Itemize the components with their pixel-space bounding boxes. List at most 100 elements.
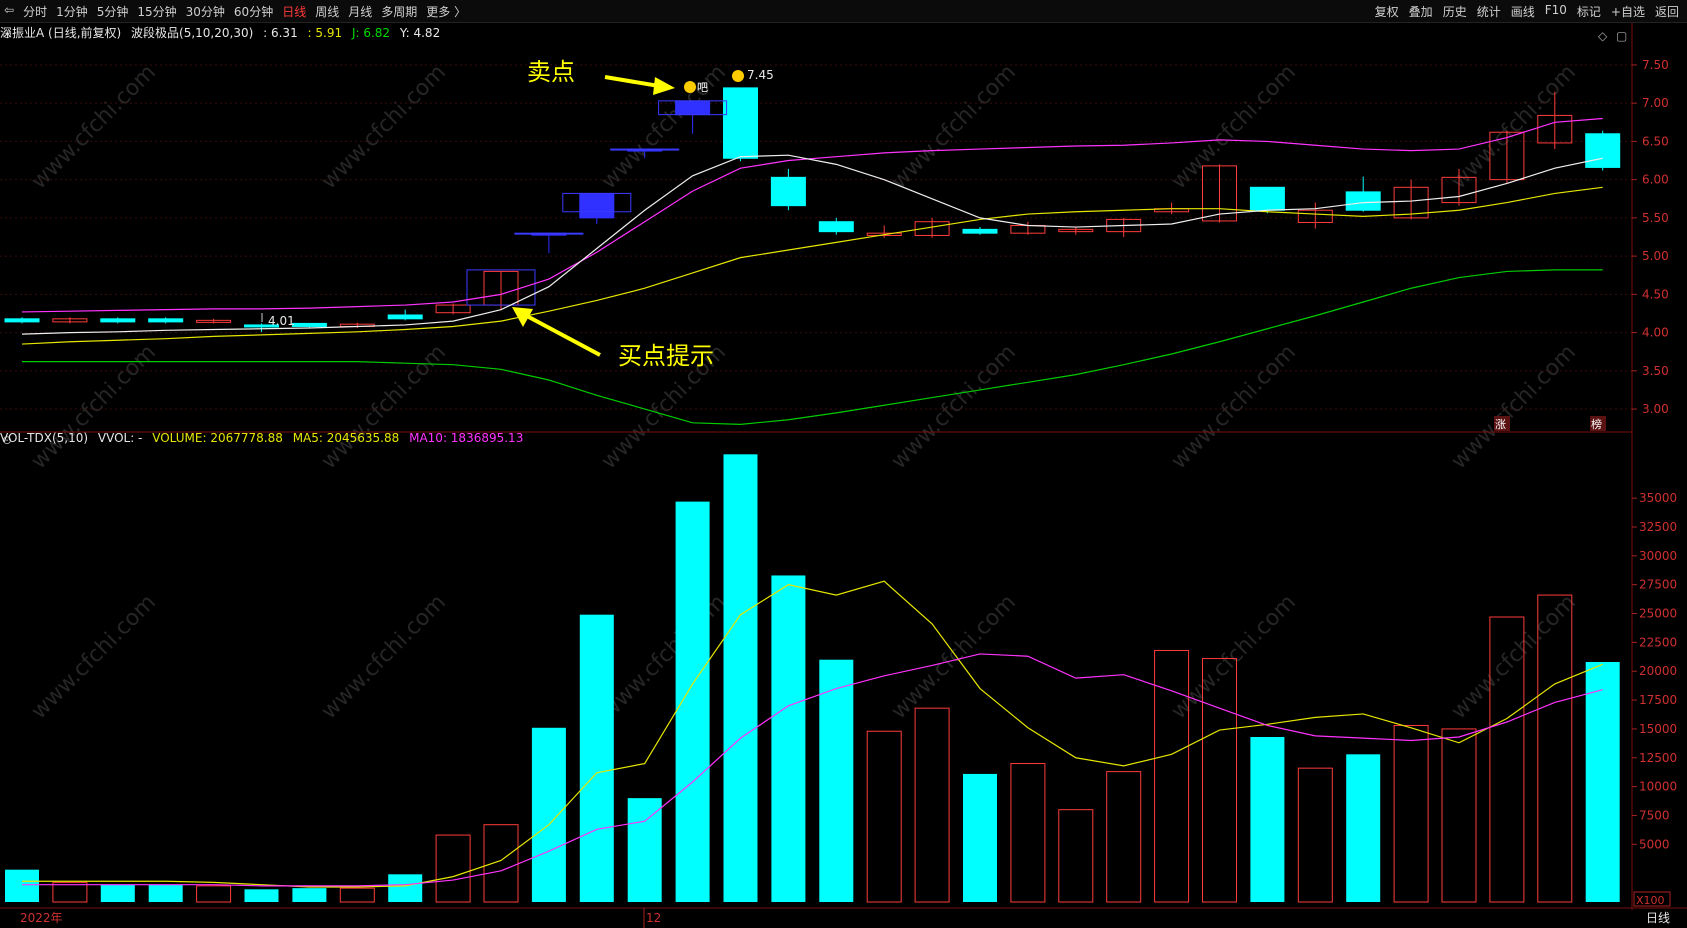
candle-body [387,314,423,320]
volume-marks [5,454,1620,903]
top-toolbar: ⇦ 分时 1分钟 5分钟 15分钟 30分钟 60分钟 日线 周线 月线 多周期 更多 〉 复权 叠加历… [0,0,1687,23]
volume-bar [339,887,375,903]
tool-button-7[interactable]: +自选 [1611,3,1645,20]
volume-bar [1154,649,1190,903]
volume-bar [531,727,566,902]
period-tab-9[interactable]: 多周期 [381,3,417,20]
candle-body [1345,191,1381,211]
price-tick-label: 3.50 [1642,364,1669,378]
period-tab-8[interactable]: 月线 [348,3,372,20]
money-bag-icon [732,70,744,82]
candle-body [291,322,327,327]
candle-body [4,318,40,323]
volume-tick-label: 35000 [1639,491,1677,505]
volume-bar [435,834,471,903]
volume-tick-label: 22500 [1639,635,1677,649]
tool-button-0[interactable]: 复权 [1375,3,1399,20]
volume-tick-label: 27500 [1639,578,1677,592]
watermark-text: www.cfchi.com [1167,590,1301,724]
candle-body [579,192,615,219]
grid-lines [0,64,1632,410]
candle-body [723,87,758,159]
watermark-text: www.cfchi.com [887,60,1021,194]
volume-bar [1441,728,1477,903]
value-v2: : 5.91 [307,26,343,40]
volume-bar [819,659,854,902]
value-v1: : 6.31 [263,26,298,40]
date-label-month: 12 [646,911,661,925]
tool-button-2[interactable]: 历史 [1443,3,1467,20]
volume-bar [148,884,183,902]
volume-bar [100,884,135,902]
volume-bar [1346,754,1381,902]
volume-bar [723,454,758,902]
tool-button-1[interactable]: 叠加 [1409,3,1433,20]
kline-chart[interactable]: www.cfchi.com www.cfchi.com www.cfchi.com w… [0,0,1687,928]
candle-body [1585,133,1621,168]
period-tab-5[interactable]: 60分钟 [234,3,273,20]
sad-emoji-icon [684,81,696,93]
sell-label: 卖点 [527,58,575,86]
watermark-text: www.cfchi.com [1447,60,1581,194]
back-arrow-icon[interactable]: ⇦ [4,3,14,20]
period-tab-6[interactable]: 日线 [282,3,306,20]
watermark-text: www.cfchi.com [317,340,451,474]
volume-bar [483,824,519,903]
period-tab-1[interactable]: 1分钟 [56,3,88,20]
price-tick-label: 4.00 [1642,326,1669,340]
volume-bar [5,869,39,902]
watermark-text: www.cfchi.com [27,60,161,194]
price-tick-label: 4.50 [1642,287,1669,301]
volume-unit: X100 [1636,894,1665,907]
candle-body [148,318,184,323]
value-y: Y: 4.82 [399,26,441,40]
tool-button-5[interactable]: F10 [1545,3,1567,20]
watermark-text: www.cfchi.com [887,340,1021,474]
vol-indicator-name[interactable]: VOL-TDX(5,10) [0,431,88,445]
candle-body [100,318,136,323]
tool-button-3[interactable]: 统计 [1477,3,1501,20]
sell-arrowhead [653,77,675,95]
volume-bar [771,575,806,902]
price-tick-label: 3.00 [1642,402,1669,416]
watermark-text: www.cfchi.com [27,590,161,724]
volume-bar [388,874,423,902]
square-icon: ▢ [1616,29,1627,43]
price-marks [4,87,1621,332]
candle-body [770,176,806,207]
volume-bar [1250,737,1285,902]
volume-bar [292,888,327,902]
high-price-label: 7.45 [747,68,774,82]
watermark-text: www.cfchi.com [887,590,1021,724]
candle-body [675,100,711,116]
tag-list: 榜 [1591,417,1602,431]
period-tab-0[interactable]: 分时 [23,3,47,20]
stock-title[interactable]: 深振业A (日线,前复权) [0,26,121,40]
volume-bar [196,885,232,903]
period-tab-4[interactable]: 30分钟 [186,3,225,20]
volume-value: VOLUME: 2067778.88 [152,431,283,445]
period-tab-3[interactable]: 15分钟 [137,3,176,20]
period-tab-2[interactable]: 5分钟 [97,3,129,20]
period-label: 日线 [1646,911,1670,925]
tool-button-4[interactable]: 画线 [1511,3,1535,20]
buy-label: 买点提示 [618,342,714,370]
price-tick-label: 7.00 [1642,96,1669,110]
volume-tick-label: 20000 [1639,664,1677,678]
date-label-year: 2022年 [20,911,63,925]
vvol-value: VVOL: - [97,431,143,445]
period-tab-7[interactable]: 周线 [315,3,339,20]
price-tick-label: 6.50 [1642,134,1669,148]
indicator-name[interactable]: 波段极品(5,10,20,30) [131,26,253,40]
tool-button-6[interactable]: 标记 [1577,3,1601,20]
volume-bar [1585,662,1620,902]
volume-bar [914,707,950,903]
watermark-text: www.cfchi.com [1167,60,1301,194]
watermark-text: www.cfchi.com [27,340,161,474]
period-tab-10[interactable]: 更多 〉 [426,3,466,20]
diamond-icon: ◇ [1598,29,1608,43]
volume-tick-label: 25000 [1639,607,1677,621]
tool-button-8[interactable]: 返回 [1655,3,1679,20]
volume-tick-label: 32500 [1639,520,1677,534]
line-magenta [21,117,1603,313]
